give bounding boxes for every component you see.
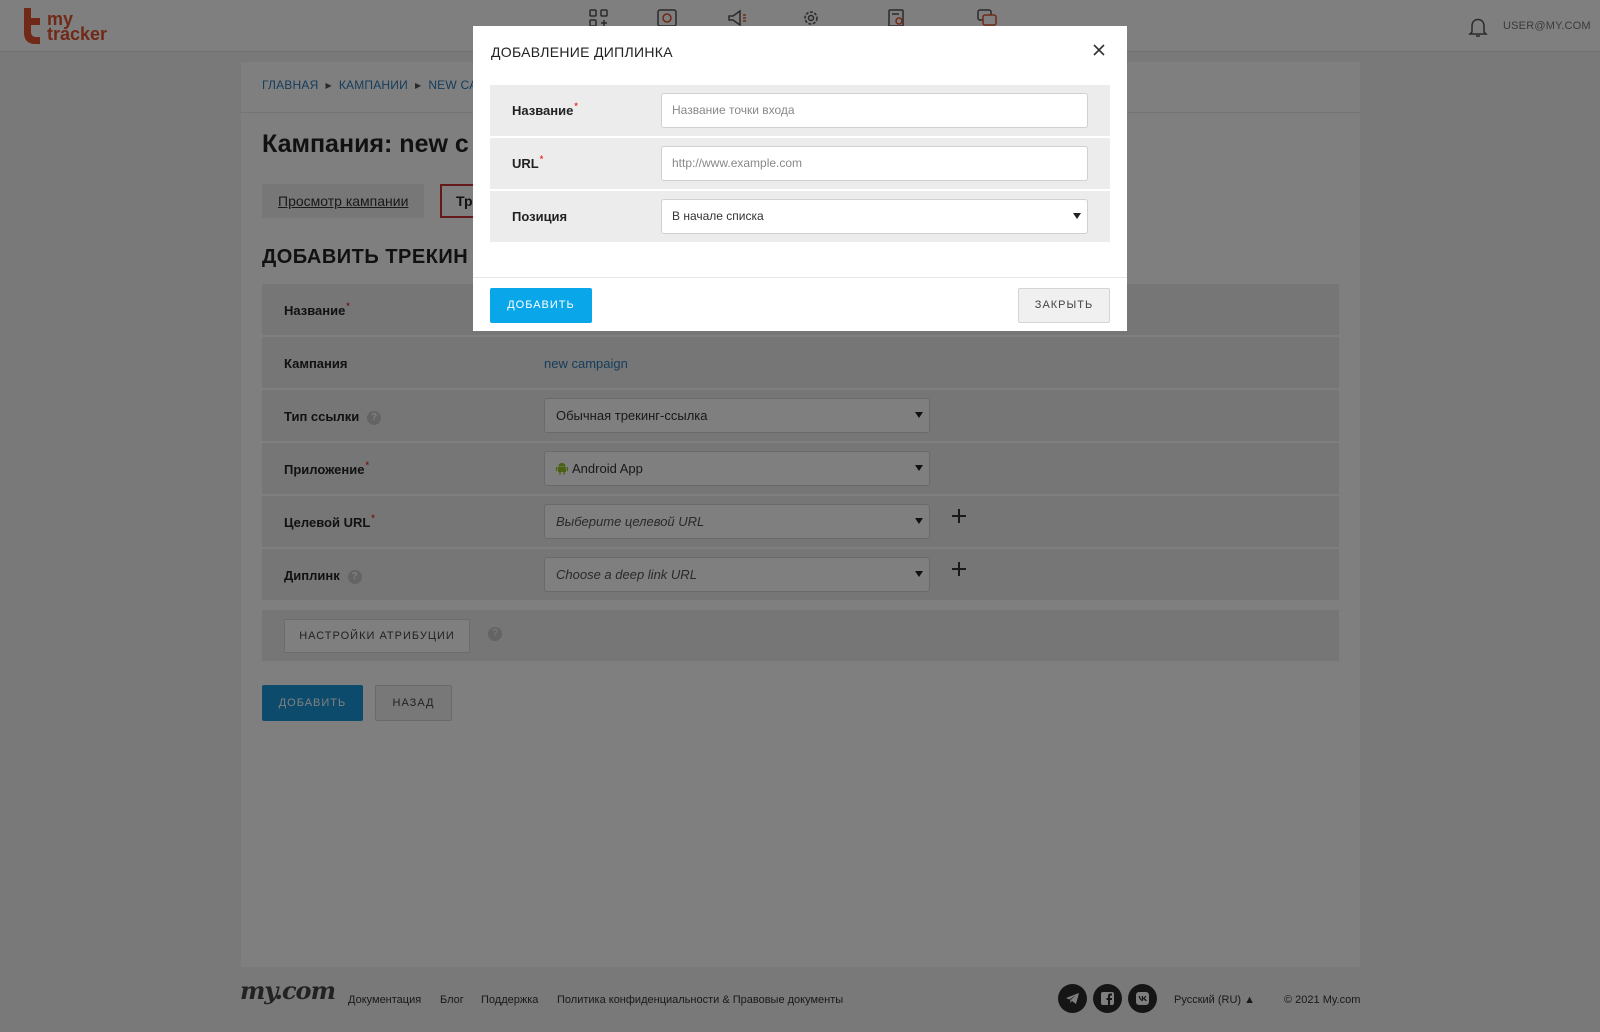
add-deeplink-modal: ДОБАВЛЕНИЕ ДИПЛИНКА Название* Название т… <box>473 26 1127 331</box>
modal-row-name: Название* Название точки входа <box>490 85 1110 136</box>
deeplink-form: Название* Название точки входа URL* http… <box>490 85 1110 244</box>
modal-position-label: Позиция <box>512 209 568 224</box>
required-mark: * <box>574 101 578 111</box>
required-mark: * <box>539 154 544 164</box>
modal-url-label: URL <box>512 156 539 171</box>
modal-close-button[interactable]: ЗАКРЫТЬ <box>1018 288 1110 323</box>
close-icon[interactable] <box>1092 43 1106 57</box>
modal-footer-divider <box>473 277 1127 278</box>
position-select[interactable]: В начале списка <box>661 199 1088 234</box>
modal-row-position: Позиция В начале списка <box>490 191 1110 242</box>
modal-row-url: URL* http://www.example.com <box>490 138 1110 189</box>
entry-point-name-input[interactable]: Название точки входа <box>661 93 1088 128</box>
dropdown-caret-icon <box>1073 213 1081 219</box>
modal-title: ДОБАВЛЕНИЕ ДИПЛИНКА <box>491 44 673 60</box>
modal-name-label: Название <box>512 103 574 118</box>
modal-add-button[interactable]: ДОБАВИТЬ <box>490 288 592 323</box>
position-value: В начале списка <box>672 209 764 223</box>
deeplink-url-input[interactable]: http://www.example.com <box>661 146 1088 181</box>
